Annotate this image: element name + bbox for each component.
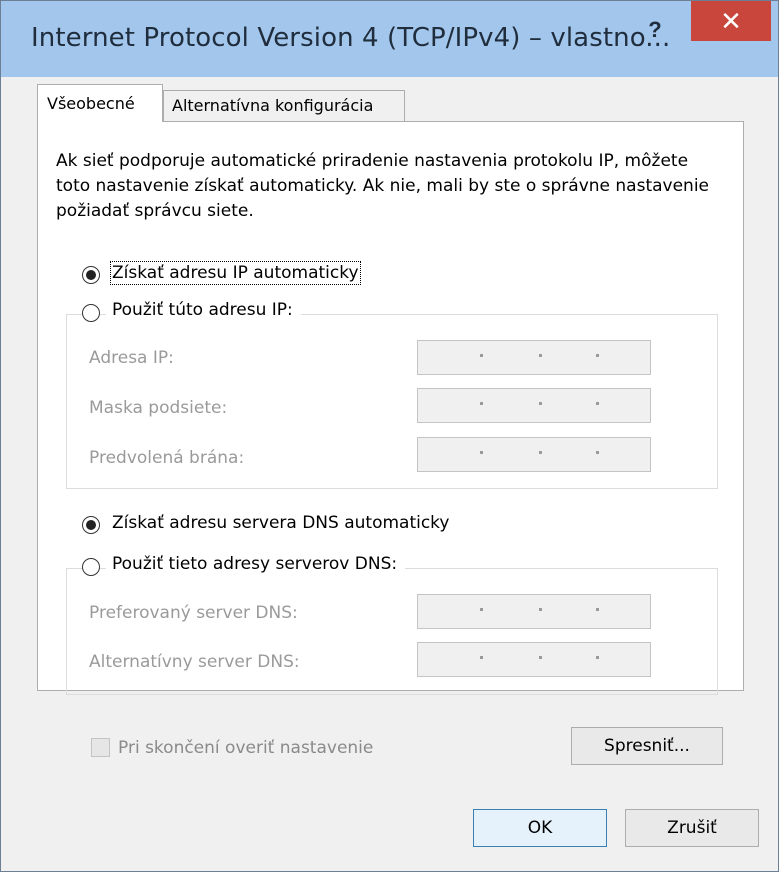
tab-alternate-configuration[interactable]: Alternatívna konfigurácia [163, 90, 405, 122]
alternate-dns-input [417, 642, 651, 677]
ok-button[interactable]: OK [473, 809, 607, 847]
ip-address-input [417, 340, 651, 375]
tab-general[interactable]: Všeobecné [37, 84, 163, 122]
preferred-dns-label: Preferovaný server DNS: [89, 603, 298, 623]
ip-auto-label[interactable]: Získať adresu IP automaticky [110, 261, 361, 285]
dns-manual-label[interactable]: Použiť tieto adresy serverov DNS: [106, 554, 406, 574]
default-gateway-label: Predvolená brána: [89, 448, 245, 468]
default-gateway-input [417, 437, 651, 472]
ip-manual-label[interactable]: Použiť túto adresu IP: [106, 300, 301, 320]
validate-checkbox [91, 738, 110, 757]
dialog-window: Internet Protocol Version 4 (TCP/IPv4) –… [0, 0, 779, 872]
description-text: Ak sieť podporuje automatické priradenie… [56, 151, 710, 221]
help-button[interactable]: ? [637, 15, 673, 45]
ip-address-label: Adresa IP: [89, 348, 174, 368]
dns-auto-radio[interactable] [82, 516, 100, 534]
title-bar[interactable]: Internet Protocol Version 4 (TCP/IPv4) –… [1, 1, 778, 77]
advanced-button[interactable]: Spresniť... [571, 727, 723, 765]
ip-auto-radio[interactable] [82, 266, 100, 284]
preferred-dns-input [417, 594, 651, 629]
alternate-dns-label: Alternatívny server DNS: [89, 652, 300, 672]
subnet-mask-input [417, 388, 651, 423]
subnet-mask-label: Maska podsiete: [89, 398, 228, 418]
ip-manual-radio[interactable] [82, 304, 100, 322]
close-button[interactable]: ✕ [691, 1, 771, 41]
cancel-button[interactable]: Zrušiť [625, 809, 759, 847]
dns-manual-radio[interactable] [82, 558, 100, 576]
close-icon: ✕ [720, 6, 742, 36]
dns-auto-label[interactable]: Získať adresu servera DNS automaticky [112, 513, 450, 533]
validate-label: Pri skončení overiť nastavenie [118, 738, 374, 758]
window-title: Internet Protocol Version 4 (TCP/IPv4) –… [31, 23, 671, 53]
